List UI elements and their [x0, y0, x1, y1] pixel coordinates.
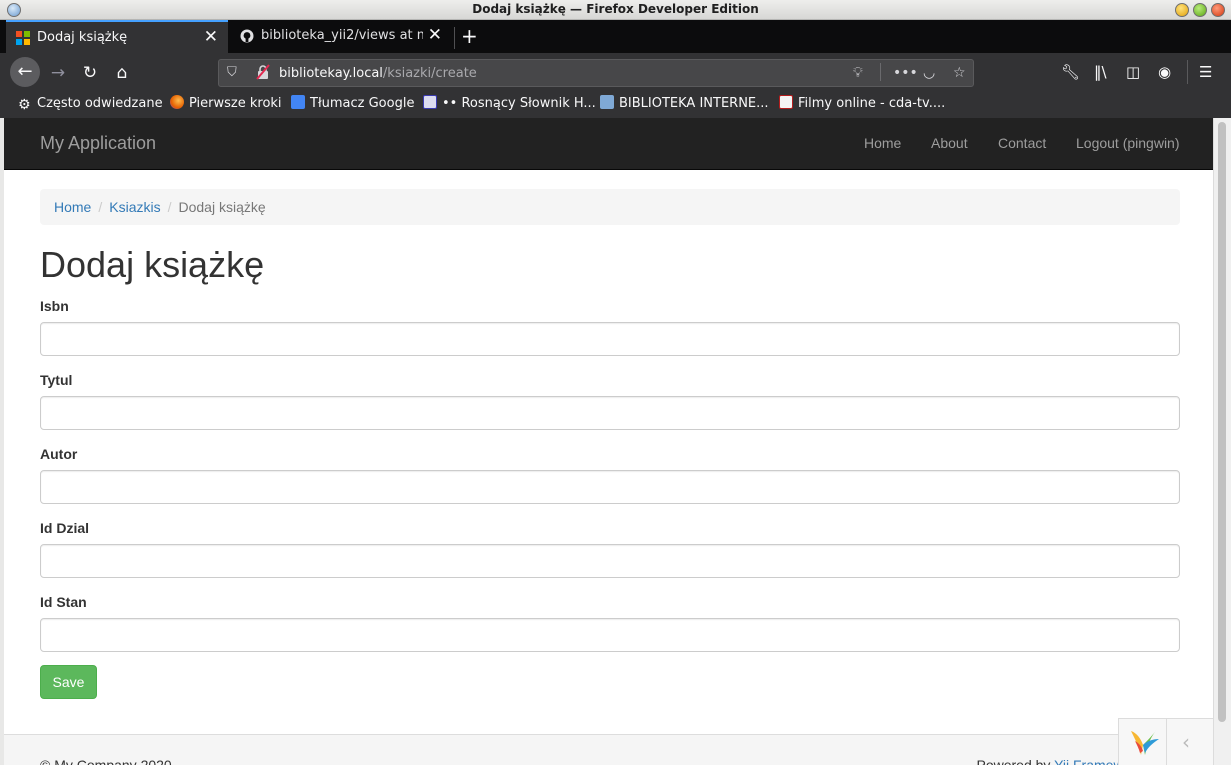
autor-input[interactable]	[40, 470, 1180, 504]
save-button[interactable]: Save	[40, 665, 97, 699]
page-actions-icon[interactable]: •••	[893, 64, 918, 82]
breadcrumb-active: Dodaj książkę	[178, 199, 266, 215]
new-tab-button[interactable]: +	[461, 25, 478, 47]
gear-icon: ⚙	[18, 97, 31, 113]
isbn-label: Isbn	[40, 298, 69, 314]
maximize-button[interactable]	[1193, 3, 1207, 17]
breadcrumb-home[interactable]: Home	[54, 199, 91, 215]
dictionary-icon	[423, 95, 437, 109]
bookmarks-toolbar: ⚙ Często odwiedzane Pierwsze kroki Tłumac…	[0, 91, 1231, 118]
close-window-button[interactable]	[1211, 3, 1225, 17]
bookmark-biblioteka-internetowa[interactable]: BIBLIOTEKA INTERNE...	[600, 95, 769, 113]
reload-button[interactable]: ↻	[76, 59, 104, 87]
chevron-left-icon[interactable]: ‹	[1182, 730, 1190, 754]
autor-label: Autor	[40, 446, 78, 462]
hamburger-menu-icon[interactable]: ☰	[1199, 62, 1212, 82]
tab-github-views[interactable]: biblioteka_yii2/views at ma ✕	[230, 20, 452, 53]
form-group-tytul: Tytul	[40, 370, 1180, 430]
bookmark-filmy-online[interactable]: Filmy online - cda-tv....	[779, 95, 945, 113]
navigation-toolbar: ← → ↻ ⌂ ⛉ bibliotekay.local/ksiazki/crea…	[0, 53, 1231, 91]
minimize-button[interactable]	[1175, 3, 1189, 17]
library-icon[interactable]: ‖\	[1094, 62, 1107, 82]
breadcrumb: Home / Ksiazkis / Dodaj książkę	[40, 189, 1180, 225]
form-group-autor: Autor	[40, 444, 1180, 504]
yii-debug-toolbar[interactable]: ‹	[1118, 718, 1213, 765]
library-icon	[600, 95, 614, 109]
home-button[interactable]: ⌂	[108, 59, 136, 87]
breadcrumb-separator: /	[98, 199, 103, 215]
bookmark-label: BIBLIOTEKA INTERNE...	[619, 96, 769, 111]
bookmark-label: •• Rosnący Słownik H...	[442, 96, 596, 111]
page-footer: © My Company 2020 Powered by Yii Framewo…	[4, 734, 1213, 765]
close-tab-icon[interactable]: ✕	[428, 25, 442, 45]
bookmark-label: Tłumacz Google	[310, 96, 415, 111]
tab-separator	[454, 27, 455, 49]
firefox-icon	[170, 95, 184, 109]
toolbar-separator	[1187, 60, 1188, 84]
debug-toolbar-separator	[1166, 719, 1167, 765]
brand-link[interactable]: My Application	[40, 133, 156, 154]
form-group-id-dzial: Id Dzial	[40, 518, 1180, 578]
tab-strip: Dodaj książkę ✕ biblioteka_yii2/views at…	[0, 20, 1231, 53]
window-title: Dodaj książkę — Firefox Developer Editio…	[472, 2, 759, 16]
browser-window: Dodaj książkę — Firefox Developer Editio…	[0, 0, 1231, 765]
lightbulb-icon[interactable]: 💡︎	[853, 64, 863, 82]
isbn-input[interactable]	[40, 322, 1180, 356]
nav-contact[interactable]: Contact	[998, 135, 1046, 151]
nav-about[interactable]: About	[931, 135, 968, 151]
bookmark-rosnacy-slownik[interactable]: •• Rosnący Słownik H...	[423, 95, 596, 113]
app-navbar: My Application Home About Contact Logout…	[4, 118, 1213, 170]
url-path: /ksiazki/create	[382, 66, 477, 81]
tab-label: biblioteka_yii2/views at ma	[261, 28, 423, 43]
breadcrumb-ksiazkis[interactable]: Ksiazkis	[109, 199, 160, 215]
id-stan-label: Id Stan	[40, 594, 87, 610]
close-tab-icon[interactable]: ✕	[204, 27, 218, 47]
url-host: bibliotekay.local	[279, 66, 383, 81]
cda-icon	[779, 95, 793, 109]
urlbar-separator	[880, 63, 881, 81]
bookmark-label: Filmy online - cda-tv....	[798, 96, 946, 111]
back-button[interactable]: ←	[10, 57, 40, 87]
id-dzial-label: Id Dzial	[40, 520, 90, 536]
url-text: bibliotekay.local/ksiazki/create	[279, 66, 477, 81]
breadcrumb-separator: /	[167, 199, 172, 215]
tab-label: Dodaj książkę	[37, 30, 128, 45]
github-icon	[240, 29, 254, 43]
footer-copyright: © My Company 2020	[40, 757, 172, 765]
forward-button[interactable]: →	[44, 59, 72, 87]
window-titlebar: Dodaj książkę — Firefox Developer Editio…	[0, 0, 1231, 20]
page-title: Dodaj książkę	[40, 244, 265, 285]
wrench-icon[interactable]: 🔧︎	[1061, 62, 1080, 82]
account-icon[interactable]: ◉	[1158, 62, 1171, 82]
page-scrollbar[interactable]	[1213, 118, 1231, 765]
id-dzial-input[interactable]	[40, 544, 1180, 578]
tytul-label: Tytul	[40, 372, 73, 388]
bookmark-tlumacz-google[interactable]: Tłumacz Google	[291, 95, 414, 113]
yii-logo-icon[interactable]	[1127, 725, 1161, 759]
nav-home[interactable]: Home	[864, 135, 901, 151]
form-group-isbn: Isbn	[40, 296, 1180, 356]
tytul-input[interactable]	[40, 396, 1180, 430]
sidebar-icon[interactable]: ◫	[1126, 62, 1140, 82]
google-translate-icon	[291, 95, 305, 109]
bookmark-czesto-odwiedzane[interactable]: ⚙ Często odwiedzane	[18, 95, 163, 113]
tracking-protection-icon[interactable]: ⛉	[227, 65, 241, 81]
id-stan-input[interactable]	[40, 618, 1180, 652]
bookmark-pierwsze-kroki[interactable]: Pierwsze kroki	[170, 95, 282, 113]
bookmark-star-icon[interactable]: ☆	[953, 64, 966, 82]
insecure-lock-icon[interactable]	[255, 64, 271, 80]
nav-logout[interactable]: Logout (pingwin)	[1076, 135, 1180, 151]
form-group-id-stan: Id Stan	[40, 592, 1180, 652]
bookmark-label: Często odwiedzane	[37, 96, 163, 111]
yii-favicon-icon	[16, 31, 30, 45]
address-bar[interactable]: ⛉ bibliotekay.local/ksiazki/create 💡︎ ••…	[218, 59, 974, 87]
pocket-icon[interactable]: ◡	[923, 64, 935, 82]
bookmark-label: Pierwsze kroki	[189, 96, 282, 111]
tab-dodaj-ksiazke[interactable]: Dodaj książkę ✕	[6, 20, 228, 53]
scrollbar-thumb[interactable]	[1218, 122, 1226, 722]
page-content: My Application Home About Contact Logout…	[4, 118, 1213, 765]
footer-powered-prefix: Powered by	[976, 757, 1055, 765]
